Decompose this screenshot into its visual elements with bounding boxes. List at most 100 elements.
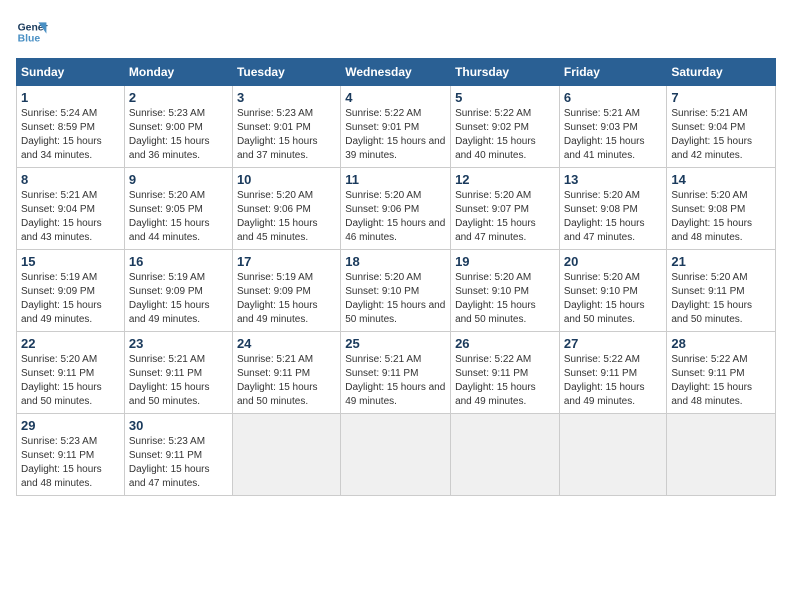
calendar-cell: 11 Sunrise: 5:20 AMSunset: 9:06 PMDayligh… — [341, 168, 451, 250]
calendar-cell: 9 Sunrise: 5:20 AMSunset: 9:05 PMDaylight… — [124, 168, 232, 250]
day-number: 29 — [21, 418, 120, 433]
calendar-cell: 18Sunrise: 5:20 AMSunset: 9:10 PMDayligh… — [341, 250, 451, 332]
cell-content: Sunrise: 5:20 AMSunset: 9:11 PMDaylight:… — [671, 271, 771, 327]
cell-content: Sunrise: 5:23 AMSunset: 9:00 PMDaylight:… — [129, 107, 228, 163]
svg-text:Blue: Blue — [18, 34, 41, 45]
week-row-2: 15 Sunrise: 5:19 AMSunset: 9:09 PMDayligh… — [17, 250, 776, 332]
day-number: 2 — [129, 90, 228, 105]
cell-content: Sunrise: 5:21 AMSunset: 9:03 PMDaylight:… — [564, 107, 663, 163]
day-number: 17 — [237, 254, 336, 269]
day-number: 11 — [345, 172, 446, 187]
day-number: 7 — [671, 90, 771, 105]
cell-content: Sunrise: 5:21 AMSunset: 9:11 PMDaylight:… — [345, 353, 446, 409]
day-number: 28 — [671, 336, 771, 351]
day-number: 23 — [129, 336, 228, 351]
header-saturday: Saturday — [667, 59, 776, 86]
calendar-cell: 30 Sunrise: 5:23 AMSunset: 9:11 PMDayligh… — [124, 414, 232, 496]
day-number: 9 — [129, 172, 228, 187]
day-number: 6 — [564, 90, 663, 105]
week-row-0: 1Sunrise: 5:24 AMSunset: 8:59 PMDaylight… — [17, 86, 776, 168]
day-number: 15 — [21, 254, 120, 269]
calendar-cell — [559, 414, 667, 496]
calendar-cell: 15 Sunrise: 5:19 AMSunset: 9:09 PMDayligh… — [17, 250, 125, 332]
cell-content: Sunrise: 5:20 AMSunset: 9:08 PMDaylight:… — [671, 189, 771, 245]
day-number: 20 — [564, 254, 663, 269]
cell-content: Sunrise: 5:21 AMSunset: 9:11 PMDaylight:… — [129, 353, 228, 409]
header-sunday: Sunday — [17, 59, 125, 86]
cell-content: Sunrise: 5:20 AMSunset: 9:11 PMDaylight:… — [21, 353, 120, 409]
day-number: 12 — [455, 172, 555, 187]
calendar-cell: 23 Sunrise: 5:21 AMSunset: 9:11 PMDayligh… — [124, 332, 232, 414]
week-row-3: 22 Sunrise: 5:20 AMSunset: 9:11 PMDayligh… — [17, 332, 776, 414]
day-number: 16 — [129, 254, 228, 269]
cell-content: Sunrise: 5:20 AMSunset: 9:05 PMDaylight:… — [129, 189, 228, 245]
week-row-1: 8 Sunrise: 5:21 AMSunset: 9:04 PMDaylight… — [17, 168, 776, 250]
calendar-header-row: SundayMondayTuesdayWednesdayThursdayFrid… — [17, 59, 776, 86]
day-number: 3 — [237, 90, 336, 105]
calendar-cell: 19 Sunrise: 5:20 AMSunset: 9:10 PMDayligh… — [451, 250, 560, 332]
header-thursday: Thursday — [451, 59, 560, 86]
cell-content: Sunrise: 5:20 AMSunset: 9:08 PMDaylight:… — [564, 189, 663, 245]
cell-content: Sunrise: 5:23 AMSunset: 9:11 PMDaylight:… — [21, 435, 120, 491]
calendar-cell: 5Sunrise: 5:22 AMSunset: 9:02 PMDaylight… — [451, 86, 560, 168]
calendar-cell: 14 Sunrise: 5:20 AMSunset: 9:08 PMDayligh… — [667, 168, 776, 250]
cell-content: Sunrise: 5:19 AMSunset: 9:09 PMDaylight:… — [21, 271, 120, 327]
calendar-cell: 12 Sunrise: 5:20 AMSunset: 9:07 PMDayligh… — [451, 168, 560, 250]
cell-content: Sunrise: 5:23 AMSunset: 9:11 PMDaylight:… — [129, 435, 228, 491]
cell-content: Sunrise: 5:21 AMSunset: 9:11 PMDaylight:… — [237, 353, 336, 409]
day-number: 4 — [345, 90, 446, 105]
calendar-cell: 10 Sunrise: 5:20 AMSunset: 9:06 PMDayligh… — [232, 168, 340, 250]
cell-content: Sunrise: 5:20 AMSunset: 9:10 PMDaylight:… — [455, 271, 555, 327]
calendar-cell: 22 Sunrise: 5:20 AMSunset: 9:11 PMDayligh… — [17, 332, 125, 414]
calendar-cell — [667, 414, 776, 496]
cell-content: Sunrise: 5:20 AMSunset: 9:10 PMDaylight:… — [564, 271, 663, 327]
day-number: 21 — [671, 254, 771, 269]
cell-content: Sunrise: 5:19 AMSunset: 9:09 PMDaylight:… — [129, 271, 228, 327]
cell-content: Sunrise: 5:24 AMSunset: 8:59 PMDaylight:… — [21, 107, 120, 163]
calendar-cell — [232, 414, 340, 496]
calendar-cell: 24Sunrise: 5:21 AMSunset: 9:11 PMDayligh… — [232, 332, 340, 414]
day-number: 25 — [345, 336, 446, 351]
day-number: 8 — [21, 172, 120, 187]
header: General Blue — [16, 16, 776, 48]
calendar-cell: 16 Sunrise: 5:19 AMSunset: 9:09 PMDayligh… — [124, 250, 232, 332]
cell-content: Sunrise: 5:22 AMSunset: 9:11 PMDaylight:… — [455, 353, 555, 409]
calendar-cell: 2 Sunrise: 5:23 AMSunset: 9:00 PMDaylight… — [124, 86, 232, 168]
cell-content: Sunrise: 5:21 AMSunset: 9:04 PMDaylight:… — [671, 107, 771, 163]
calendar-cell: 28 Sunrise: 5:22 AMSunset: 9:11 PMDayligh… — [667, 332, 776, 414]
calendar-cell: 25 Sunrise: 5:21 AMSunset: 9:11 PMDayligh… — [341, 332, 451, 414]
header-friday: Friday — [559, 59, 667, 86]
cell-content: Sunrise: 5:20 AMSunset: 9:06 PMDaylight:… — [345, 189, 446, 245]
calendar-cell: 4Sunrise: 5:22 AMSunset: 9:01 PMDaylight… — [341, 86, 451, 168]
day-number: 5 — [455, 90, 555, 105]
cell-content: Sunrise: 5:20 AMSunset: 9:07 PMDaylight:… — [455, 189, 555, 245]
calendar-cell: 8 Sunrise: 5:21 AMSunset: 9:04 PMDaylight… — [17, 168, 125, 250]
day-number: 30 — [129, 418, 228, 433]
calendar-cell — [451, 414, 560, 496]
calendar-cell: 17 Sunrise: 5:19 AMSunset: 9:09 PMDayligh… — [232, 250, 340, 332]
day-number: 14 — [671, 172, 771, 187]
header-tuesday: Tuesday — [232, 59, 340, 86]
calendar-cell: 13Sunrise: 5:20 AMSunset: 9:08 PMDayligh… — [559, 168, 667, 250]
logo-icon: General Blue — [16, 16, 48, 48]
calendar-cell: 29 Sunrise: 5:23 AMSunset: 9:11 PMDayligh… — [17, 414, 125, 496]
calendar-cell: 6 Sunrise: 5:21 AMSunset: 9:03 PMDaylight… — [559, 86, 667, 168]
calendar-cell: 26 Sunrise: 5:22 AMSunset: 9:11 PMDayligh… — [451, 332, 560, 414]
cell-content: Sunrise: 5:20 AMSunset: 9:06 PMDaylight:… — [237, 189, 336, 245]
calendar-cell: 27 Sunrise: 5:22 AMSunset: 9:11 PMDayligh… — [559, 332, 667, 414]
cell-content: Sunrise: 5:21 AMSunset: 9:04 PMDaylight:… — [21, 189, 120, 245]
day-number: 18 — [345, 254, 446, 269]
cell-content: Sunrise: 5:22 AMSunset: 9:11 PMDaylight:… — [671, 353, 771, 409]
day-number: 19 — [455, 254, 555, 269]
header-monday: Monday — [124, 59, 232, 86]
calendar-cell: 21 Sunrise: 5:20 AMSunset: 9:11 PMDayligh… — [667, 250, 776, 332]
cell-content: Sunrise: 5:19 AMSunset: 9:09 PMDaylight:… — [237, 271, 336, 327]
week-row-4: 29 Sunrise: 5:23 AMSunset: 9:11 PMDayligh… — [17, 414, 776, 496]
day-number: 27 — [564, 336, 663, 351]
day-number: 22 — [21, 336, 120, 351]
logo: General Blue — [16, 16, 48, 48]
day-number: 10 — [237, 172, 336, 187]
day-number: 26 — [455, 336, 555, 351]
cell-content: Sunrise: 5:22 AMSunset: 9:11 PMDaylight:… — [564, 353, 663, 409]
cell-content: Sunrise: 5:23 AMSunset: 9:01 PMDaylight:… — [237, 107, 336, 163]
